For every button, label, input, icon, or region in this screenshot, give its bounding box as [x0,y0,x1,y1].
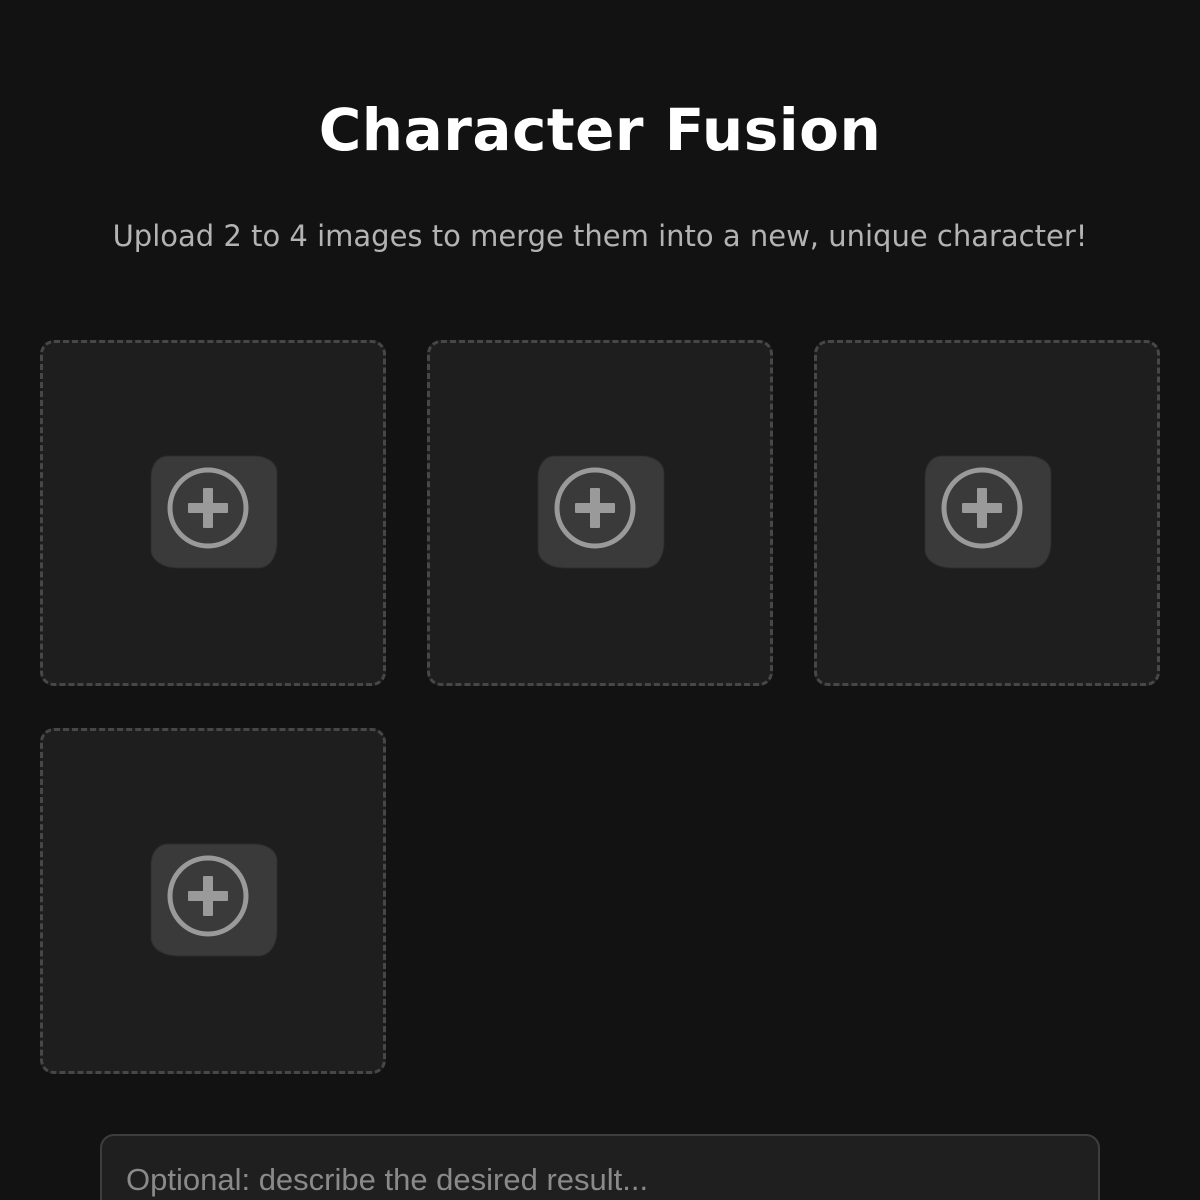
page-title: Character Fusion [318,96,882,164]
upload-slot-4[interactable] [40,728,386,1074]
add-circle-icon [554,467,636,549]
add-circle-icon [167,855,249,937]
upload-slot-1[interactable] [40,340,386,686]
prompt-input[interactable] [100,1134,1100,1200]
add-circle-icon [167,467,249,549]
add-circle-icon [941,467,1023,549]
upload-slot-2[interactable] [427,340,773,686]
page-subtitle: Upload 2 to 4 images to merge them into … [112,219,1088,253]
upload-slot-3[interactable] [814,340,1160,686]
